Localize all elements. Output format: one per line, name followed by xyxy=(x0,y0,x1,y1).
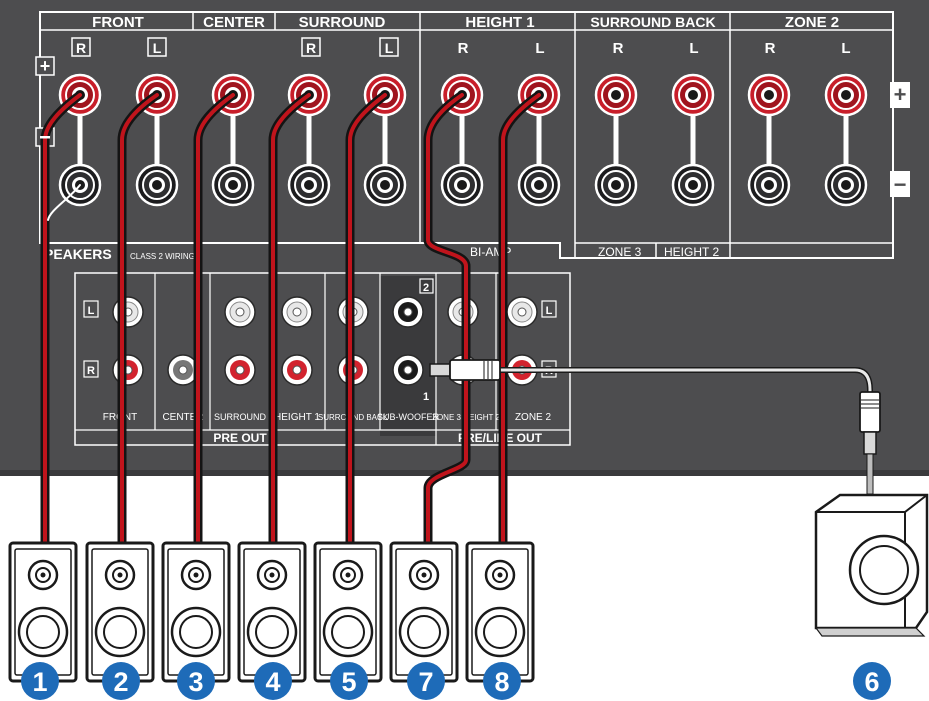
speaker-cabinet xyxy=(465,541,535,683)
channel-letter-sback-l: L xyxy=(689,40,698,57)
speaker-cabinet xyxy=(389,541,459,683)
header-front: FRONT xyxy=(92,14,144,31)
channel-letter-zone2-l: L xyxy=(841,40,850,57)
header-surround: SURROUND xyxy=(299,14,386,31)
plus-symbol-left: + xyxy=(40,56,51,76)
preout-label-subwoofer: SUB-WOOFER xyxy=(377,412,439,422)
rca-zone2-l xyxy=(506,296,538,328)
speakers-title: PEAKERS xyxy=(44,246,112,262)
rca-height1-l xyxy=(281,296,313,328)
badge-speaker-2: 2 xyxy=(102,662,140,700)
zone3-label: ZONE 3 xyxy=(598,245,642,259)
channel-letter-surround-l: L xyxy=(385,40,394,56)
badge-speaker-5: 5 xyxy=(330,662,368,700)
svg-text:2: 2 xyxy=(113,667,128,697)
header-zone-2: ZONE 2 xyxy=(785,14,839,31)
receiver-connection-diagram: FRONT CENTER SURROUND HEIGHT 1 SURROUND … xyxy=(0,0,929,700)
channel-letter-surround-r: R xyxy=(306,40,316,56)
channel-letter-sback-r: R xyxy=(613,40,624,57)
speaker-cabinet xyxy=(237,541,307,683)
badge-speaker-4: 4 xyxy=(254,662,292,700)
preout-label-surround: SURROUND xyxy=(214,412,267,422)
rca-surround-r xyxy=(224,354,256,386)
preout-right-letter-l: L xyxy=(546,305,553,317)
subwoofer-number-2: 2 xyxy=(423,282,429,294)
minus-symbol-right: − xyxy=(894,172,907,197)
header-surround-back: SURROUND BACK xyxy=(590,14,715,30)
badge-speaker-8: 8 xyxy=(483,662,521,700)
channel-letter-height-r: R xyxy=(458,40,469,57)
channel-letter-zone2-r: R xyxy=(765,40,776,57)
speaker-cabinet xyxy=(85,541,155,683)
preout-side-letter-r: R xyxy=(87,365,95,377)
rca-height1-r xyxy=(281,354,313,386)
header-center: CENTER xyxy=(203,14,265,31)
header-height-1: HEIGHT 1 xyxy=(465,14,534,31)
speaker-cabinet xyxy=(8,541,78,683)
subwoofer-cabinet xyxy=(814,493,929,637)
svg-text:7: 7 xyxy=(418,667,433,697)
rca-subwoofer-1 xyxy=(392,354,424,386)
preout-label-zone2: ZONE 2 xyxy=(515,412,552,423)
badge-speaker-3: 3 xyxy=(177,662,215,700)
channel-letter-front-l: L xyxy=(153,40,162,56)
svg-text:1: 1 xyxy=(32,667,47,697)
badge-speaker-1: 1 xyxy=(21,662,59,700)
height2-label: HEIGHT 2 xyxy=(664,245,719,259)
badge-subwoofer-6: 6 xyxy=(853,662,891,700)
svg-text:3: 3 xyxy=(188,667,203,697)
preout-group-label: PRE OUT xyxy=(213,431,267,445)
channel-letter-height-l: L xyxy=(535,40,544,57)
speaker-cabinet xyxy=(161,541,231,683)
channel-letter-front-r: R xyxy=(76,40,86,56)
speaker-row xyxy=(8,541,535,683)
speaker-cabinet xyxy=(313,541,383,683)
preout-label-height1: HEIGHT 1 xyxy=(274,412,320,423)
preout-side-letter-l: L xyxy=(88,305,95,317)
minus-symbol-left xyxy=(40,136,50,139)
svg-text:8: 8 xyxy=(494,667,509,697)
svg-text:4: 4 xyxy=(265,667,280,697)
class2-wiring-note: CLASS 2 WIRING xyxy=(130,252,195,261)
plus-symbol-right: + xyxy=(894,82,907,107)
subwoofer-number-1: 1 xyxy=(423,391,429,403)
rca-surround-l xyxy=(224,296,256,328)
svg-text:5: 5 xyxy=(341,667,356,697)
svg-text:6: 6 xyxy=(864,667,879,697)
badge-speaker-7: 7 xyxy=(407,662,445,700)
rca-subwoofer-2 xyxy=(392,296,424,328)
receiver-bottom-edge xyxy=(0,470,929,476)
